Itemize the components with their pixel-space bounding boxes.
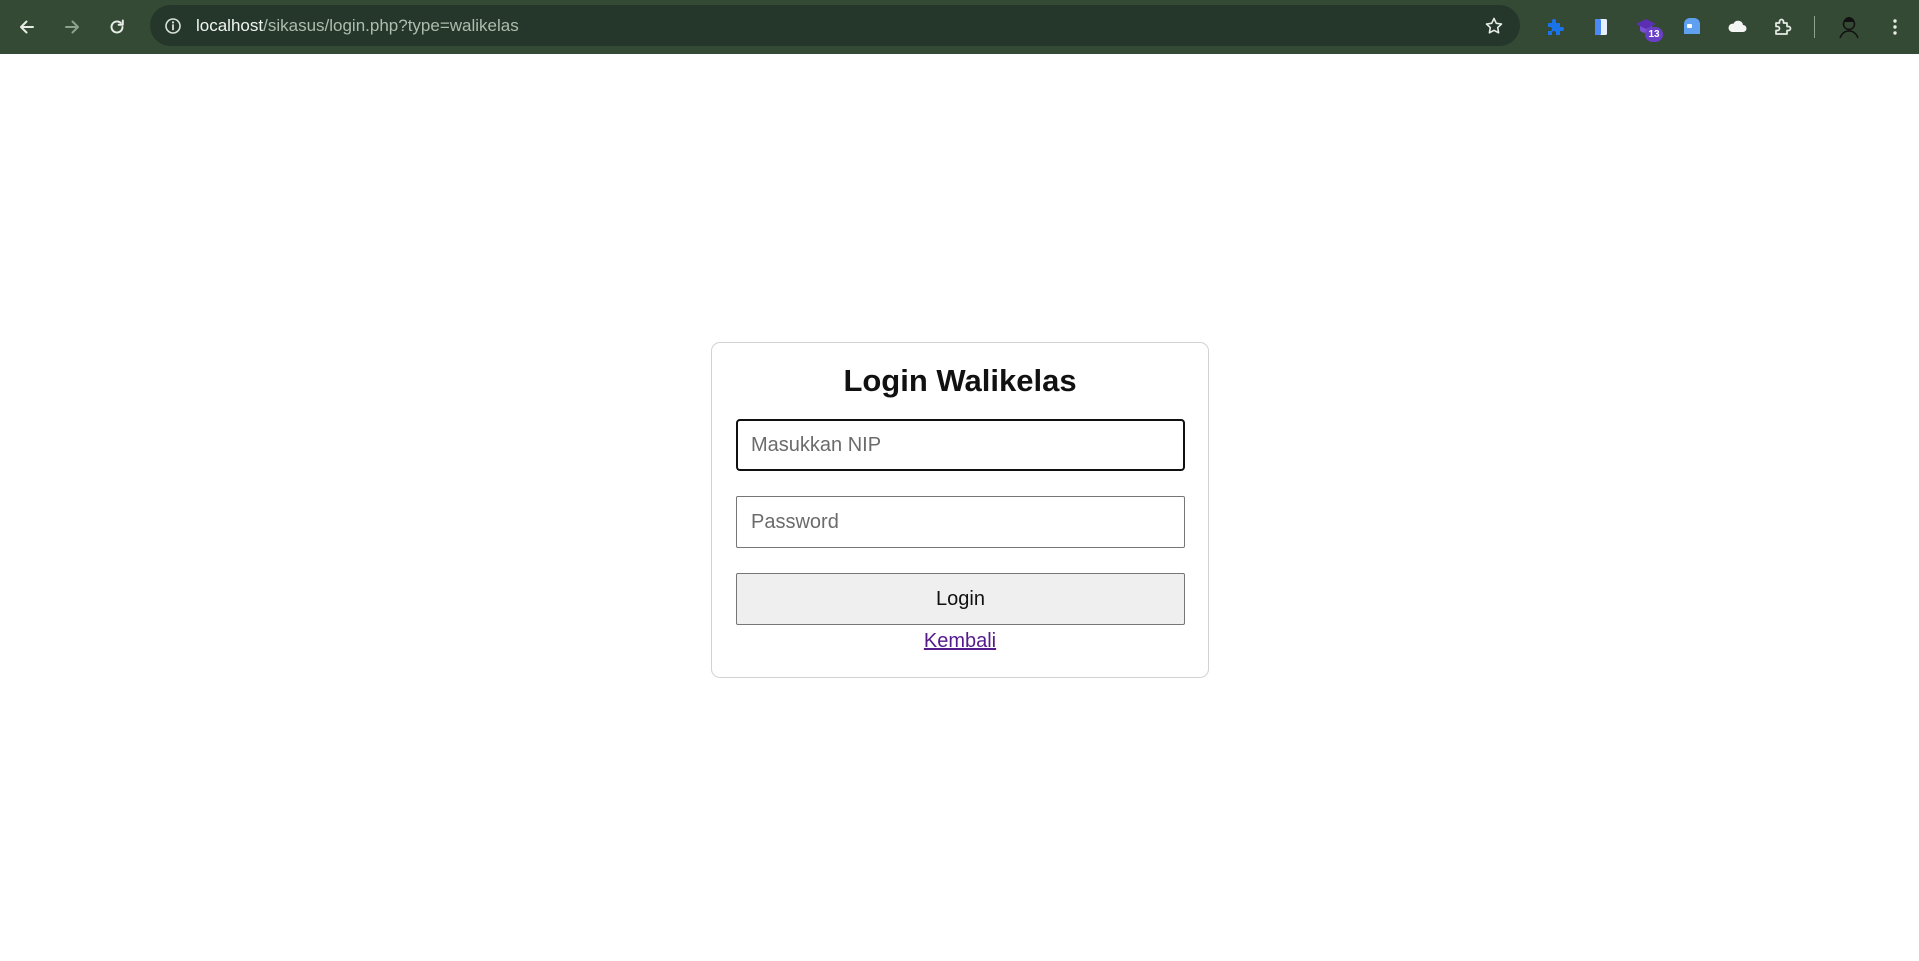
puzzle-extension-button[interactable] xyxy=(1540,12,1570,42)
bookmark-star-button[interactable] xyxy=(1480,12,1508,40)
reload-button[interactable] xyxy=(101,11,133,43)
back-link[interactable]: Kembali xyxy=(924,630,996,652)
page-title: Login Walikelas xyxy=(843,363,1077,398)
back-button[interactable] xyxy=(11,11,43,43)
forward-arrow-icon xyxy=(65,20,79,34)
reload-icon xyxy=(110,19,124,34)
translate-extension-button[interactable] xyxy=(1677,12,1707,42)
avatar xyxy=(1836,14,1862,40)
login-card: Login Walikelas Login Kembali xyxy=(711,342,1209,678)
document-extension-button[interactable] xyxy=(1586,12,1616,42)
site-info-button[interactable] xyxy=(160,13,185,38)
back-link-container: Kembali xyxy=(712,630,1208,653)
address-bar[interactable]: localhost/sikasus/login.php?type=walikel… xyxy=(150,5,1520,46)
extension-badge: 13 xyxy=(1645,27,1663,42)
star-icon xyxy=(1485,17,1503,34)
cloud-extension-icon xyxy=(1728,20,1747,32)
profile-button[interactable] xyxy=(1834,12,1864,42)
extensions-button[interactable] xyxy=(1767,12,1797,42)
toolbar-divider xyxy=(1814,16,1815,38)
document-extension-icon xyxy=(1595,19,1607,35)
extensions-icon xyxy=(1775,18,1792,35)
forward-button[interactable] xyxy=(56,11,88,43)
translate-extension-icon xyxy=(1684,18,1700,34)
browser-menu-button[interactable] xyxy=(1880,12,1910,42)
url-text[interactable]: localhost/sikasus/login.php?type=walikel… xyxy=(196,5,519,46)
browser-toolbar: localhost/sikasus/login.php?type=walikel… xyxy=(0,0,1919,54)
login-button[interactable]: Login xyxy=(736,573,1185,625)
graduation-cap-extension-button[interactable]: 13 xyxy=(1631,12,1663,42)
url-host: localhost xyxy=(196,16,264,35)
nip-input[interactable] xyxy=(736,419,1185,471)
password-input[interactable] xyxy=(736,496,1185,548)
url-path: /sikasus/login.php?type=walikelas xyxy=(263,16,519,35)
back-arrow-icon xyxy=(20,20,34,34)
more-vertical-icon xyxy=(1893,19,1897,35)
puzzle-extension-icon xyxy=(1548,19,1564,35)
cloud-extension-button[interactable] xyxy=(1722,12,1752,42)
info-icon xyxy=(164,17,181,34)
